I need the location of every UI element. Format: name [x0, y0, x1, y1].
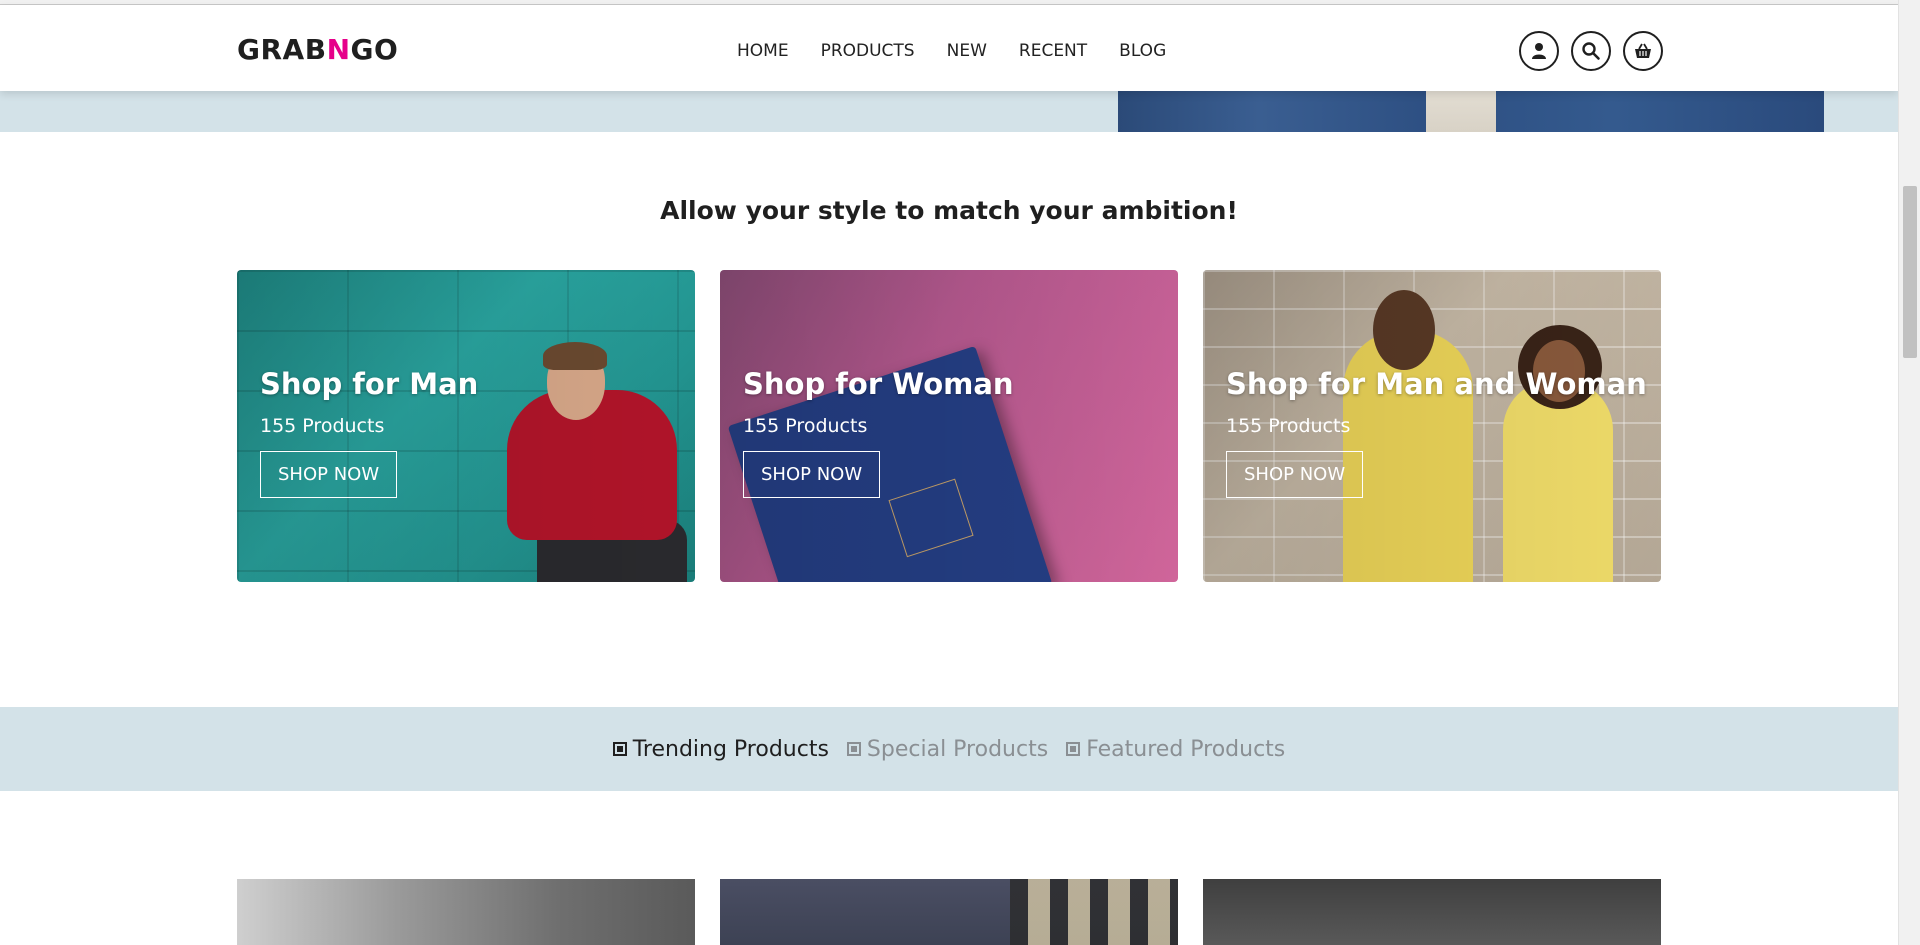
logo-prefix: GRAB: [237, 33, 327, 66]
category-card-man-and-woman[interactable]: Shop for Man and Woman 155 Products SHOP…: [1203, 270, 1661, 582]
basket-icon: [1635, 43, 1651, 58]
card-content: Shop for Man 155 Products SHOP NOW: [260, 367, 478, 498]
search-icon: [1582, 42, 1600, 60]
nav-new[interactable]: NEW: [947, 41, 987, 61]
category-card-man[interactable]: Shop for Man 155 Products SHOP NOW: [237, 270, 695, 582]
logo-accent: N: [326, 33, 351, 66]
shop-now-button[interactable]: SHOP NOW: [260, 451, 398, 498]
product-tabs: Trending Products Special Products Featu…: [0, 707, 1898, 791]
product-card[interactable]: [237, 879, 695, 945]
cart-button[interactable]: [1623, 31, 1663, 71]
card-title: Shop for Man: [260, 367, 479, 401]
tab-label: Special Products: [866, 736, 1049, 762]
main-nav: HOME PRODUCTS NEW RECENT BLOG: [737, 41, 1166, 61]
scrollbar-thumb[interactable]: [1903, 186, 1917, 358]
tab-label: Featured Products: [1086, 736, 1286, 762]
tab-square-icon: [1066, 742, 1081, 756]
user-icon: [1532, 43, 1546, 59]
card-title: Shop for Woman: [743, 367, 1014, 401]
card-content: Shop for Woman 155 Products SHOP NOW: [743, 367, 1014, 498]
product-card[interactable]: [1203, 879, 1661, 945]
section-tagline: Allow your style to match your ambition!: [660, 196, 1238, 225]
product-card[interactable]: [720, 879, 1178, 945]
tab-featured-products[interactable]: Featured Products: [1066, 737, 1285, 762]
card-product-count: 155 Products: [743, 415, 868, 437]
shop-now-button[interactable]: SHOP NOW: [743, 451, 881, 498]
card-title: Shop for Man and Woman: [1226, 367, 1647, 401]
logo-suffix: GO: [350, 33, 399, 66]
card-product-count: 155 Products: [260, 415, 385, 437]
nav-products[interactable]: PRODUCTS: [821, 41, 915, 61]
account-button[interactable]: [1519, 31, 1559, 71]
card-content: Shop for Man and Woman 155 Products SHOP…: [1226, 367, 1647, 498]
header-icons: [1519, 31, 1663, 71]
search-button[interactable]: [1571, 31, 1611, 71]
site-logo[interactable]: GRABNGO: [237, 33, 398, 66]
tab-label: Trending Products: [632, 736, 829, 762]
tab-square-icon: [612, 742, 627, 756]
tab-special-products[interactable]: Special Products: [846, 736, 1049, 762]
product-grid: [237, 879, 1661, 945]
tab-trending-products[interactable]: Trending Products: [612, 736, 829, 762]
card-product-count: 155 Products: [1226, 415, 1351, 437]
nav-recent[interactable]: RECENT: [1019, 41, 1087, 61]
nav-home[interactable]: HOME: [737, 41, 789, 61]
category-cards: Shop for Man 155 Products SHOP NOW Shop …: [237, 270, 1661, 582]
page-scrollbar[interactable]: [1898, 0, 1920, 945]
nav-blog[interactable]: BLOG: [1119, 41, 1166, 61]
tab-square-icon: [846, 742, 861, 756]
category-card-woman[interactable]: Shop for Woman 155 Products SHOP NOW: [720, 270, 1178, 582]
shop-now-button[interactable]: SHOP NOW: [1226, 451, 1364, 498]
site-header: GRABNGO HOME PRODUCTS NEW RECENT BLOG: [0, 5, 1898, 91]
